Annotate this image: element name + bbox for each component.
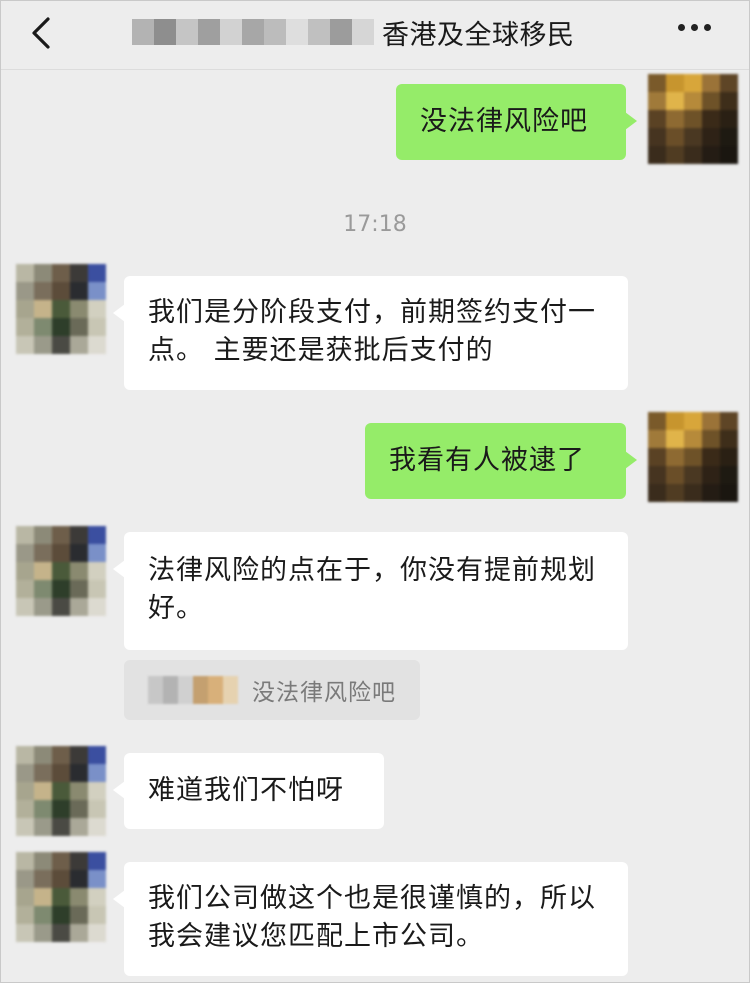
contact-avatar[interactable] <box>16 526 106 616</box>
message-bubble-received[interactable]: 难道我们不怕呀 <box>113 753 384 829</box>
contact-avatar[interactable] <box>16 264 106 354</box>
message-bubble-received[interactable]: 我们是分阶段支付，前期签约支付一点。 主要还是获批后支付的 <box>113 276 628 390</box>
more-dots-icon <box>704 24 711 31</box>
more-dots-icon <box>691 24 698 31</box>
blurred-name <box>132 19 374 45</box>
message-bubble-sent[interactable]: 我看有人被逮了 <box>365 423 637 499</box>
chat-title: 香港及全球移民 <box>382 19 575 51</box>
back-button[interactable] <box>26 14 60 52</box>
more-dots-icon <box>678 24 685 31</box>
contact-avatar[interactable] <box>16 746 106 836</box>
my-avatar[interactable] <box>648 412 738 502</box>
quoted-text: 没法律风险吧 <box>252 680 396 706</box>
chat-title-area: 香港及全球移民 <box>132 12 575 52</box>
contact-avatar[interactable] <box>16 852 106 942</box>
quoted-message[interactable]: 没法律风险吧 <box>124 660 420 720</box>
more-button[interactable] <box>678 24 712 34</box>
message-timestamp: 17:18 <box>343 212 407 237</box>
message-bubble-received[interactable]: 法律风险的点在于，你没有提前规划好。 <box>113 532 628 650</box>
blurred-quote-name <box>148 676 238 704</box>
chevron-left-icon <box>32 17 50 49</box>
chat-header: 香港及全球移民 <box>0 0 750 70</box>
my-avatar[interactable] <box>648 74 738 164</box>
message-bubble-sent[interactable]: 没法律风险吧 <box>396 84 637 160</box>
message-bubble-received[interactable]: 我们公司做这个也是很谨慎的，所以我会建议您匹配上市公司。 <box>113 862 628 976</box>
